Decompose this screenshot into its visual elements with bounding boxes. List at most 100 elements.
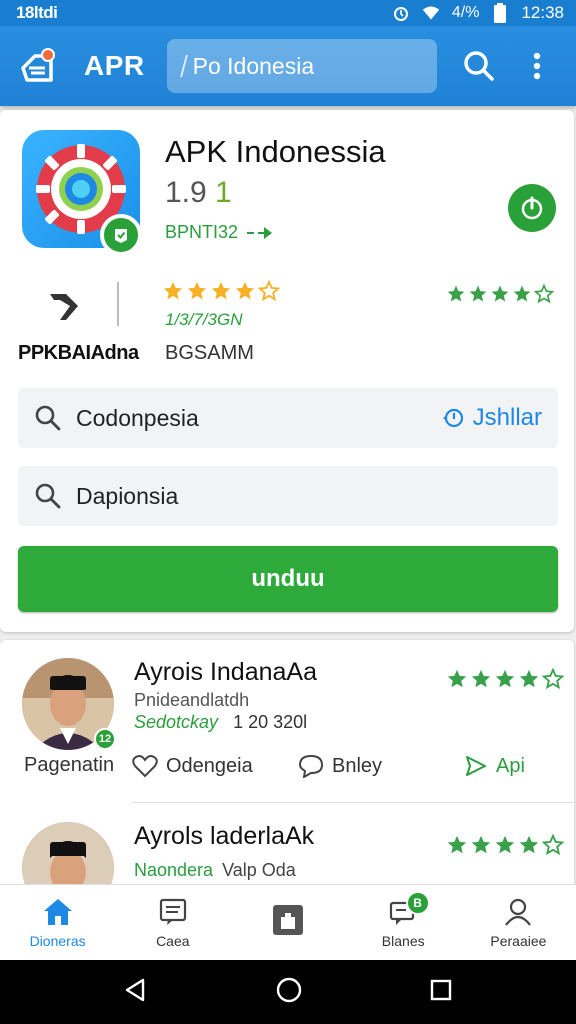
back-button[interactable]	[123, 977, 149, 1008]
star-half-icon	[534, 284, 554, 304]
star-filled-icon	[211, 281, 231, 300]
like-button[interactable]: Odengeia	[132, 754, 253, 778]
comment-label: Bnley	[332, 754, 383, 777]
status-bar: 18ltdi 4/% 12:38	[0, 0, 576, 26]
star-filled-icon	[163, 281, 183, 300]
notification-badge: B	[405, 891, 430, 915]
comment-button[interactable]: Bnley	[298, 754, 382, 778]
review-stars	[446, 668, 564, 690]
power-icon	[521, 196, 543, 220]
install-link[interactable]: Jshllar	[441, 404, 542, 432]
star-filled-icon	[469, 285, 487, 302]
download-button[interactable]: unduu	[18, 546, 558, 612]
recents-button[interactable]	[429, 978, 453, 1007]
search-field-secondary[interactable]: Dapionsia	[18, 466, 558, 526]
update-button[interactable]	[508, 184, 556, 232]
share-icon	[466, 756, 486, 776]
more-options-button[interactable]	[517, 46, 557, 86]
version-number: 1.9	[165, 176, 216, 209]
share-label: Api	[496, 754, 525, 777]
home-button[interactable]	[275, 976, 303, 1009]
search-icon	[34, 482, 62, 510]
nav-profile[interactable]: Peraaiee	[461, 885, 576, 960]
star-half-icon	[258, 280, 280, 302]
reviewer-subtitle: Pnideandlatdh	[134, 690, 250, 710]
reviewer-meta: Sedotckay 1 20 320l	[134, 712, 307, 733]
app-version: 1.9 1	[165, 176, 232, 210]
install-icon	[442, 408, 463, 428]
star-filled-icon	[235, 281, 255, 300]
star-half-icon	[542, 834, 564, 856]
star-filled-icon	[471, 669, 491, 688]
star-filled-icon	[495, 669, 515, 688]
profile-link[interactable]: Pagenatin	[24, 754, 114, 777]
more-vert-icon	[533, 52, 540, 80]
back-icon	[125, 978, 145, 1001]
screen: 18ltdi 4/% 12:38 APR Po Idonesia APK Ind…	[0, 0, 576, 1024]
star-filled-icon	[447, 285, 465, 302]
reviewer-meta: Naondera Valp Oda	[134, 860, 296, 881]
arrow-right-icon	[247, 226, 273, 239]
star-filled-icon	[495, 835, 515, 854]
nav-label: Dioneras	[29, 932, 86, 949]
meta-divider	[117, 282, 119, 326]
star-filled-icon	[447, 835, 467, 854]
nav-home[interactable]: Dioneras	[0, 885, 115, 960]
app-bar: APR Po Idonesia	[0, 26, 576, 106]
apps-icon	[273, 904, 303, 935]
system-nav-bar	[0, 960, 576, 1024]
review-stars	[446, 834, 564, 856]
level-badge: 12	[94, 728, 116, 750]
star-filled-icon	[519, 835, 539, 854]
reviewer-category: Naondera	[134, 860, 214, 880]
star-filled-icon	[447, 669, 467, 688]
nav-apps[interactable]	[230, 885, 345, 960]
status-percent: 4/%	[451, 4, 480, 21]
share-button[interactable]: Api	[464, 754, 525, 778]
status-time: 12:38	[521, 3, 564, 22]
search-icon	[463, 51, 494, 81]
star-half-icon	[542, 668, 564, 690]
package-icon	[44, 286, 84, 326]
search-field-primary[interactable]: Codonpesia Jshllar	[18, 388, 558, 448]
nav-label: Caea	[156, 932, 190, 949]
home-circle-icon	[276, 977, 302, 1002]
package-label: PPKBAIAdna	[18, 342, 139, 364]
recents-icon	[430, 979, 452, 1000]
app-name: APK Indonessia	[165, 134, 386, 169]
size-label: BGSAMM	[165, 342, 254, 364]
search-button[interactable]	[459, 46, 499, 86]
wifi-icon	[422, 4, 440, 22]
developer-link[interactable]: BPNTI32	[165, 222, 274, 243]
nav-news[interactable]: Caea	[115, 885, 230, 960]
home-icon	[43, 898, 72, 925]
review-divider	[132, 802, 574, 803]
alarm-icon	[392, 4, 410, 22]
rating-stars	[162, 280, 280, 302]
rating-count: 1/3/7/3GN	[165, 310, 243, 329]
reviewer-date: Valp Oda	[222, 860, 296, 880]
battery-icon	[491, 3, 509, 23]
like-label: Odengeia	[166, 754, 253, 777]
status-left-text: 18ltdi	[16, 3, 58, 22]
star-filled-icon	[491, 285, 509, 302]
nav-label: Blanes	[381, 932, 425, 949]
store-logo-icon[interactable]	[16, 45, 58, 87]
text-cursor	[179, 55, 188, 77]
reviewer-name: Ayrols laderlaAk	[134, 822, 315, 850]
bottom-nav: Dioneras Caea B Blanes Peraaiee	[0, 884, 576, 960]
search-input[interactable]: Po Idonesia	[166, 39, 437, 93]
heart-icon	[132, 755, 158, 778]
search-value: Po Idonesia	[192, 52, 315, 79]
star-filled-icon	[513, 285, 531, 302]
install-label: Jshllar	[472, 404, 542, 431]
comment-icon	[298, 754, 324, 778]
star-filled-icon	[471, 835, 491, 854]
app-detail-card: APK Indonessia 1.9 1 BPNTI32 1/3/7/3GN P…	[0, 110, 574, 632]
nav-chat[interactable]: B Blanes	[346, 885, 461, 960]
news-icon	[159, 898, 186, 925]
verified-badge-icon	[100, 214, 142, 256]
version-minor: 1	[215, 176, 232, 209]
reviewer-date: 1 20 320l	[233, 712, 308, 732]
nav-label: Peraaiee	[490, 932, 547, 949]
